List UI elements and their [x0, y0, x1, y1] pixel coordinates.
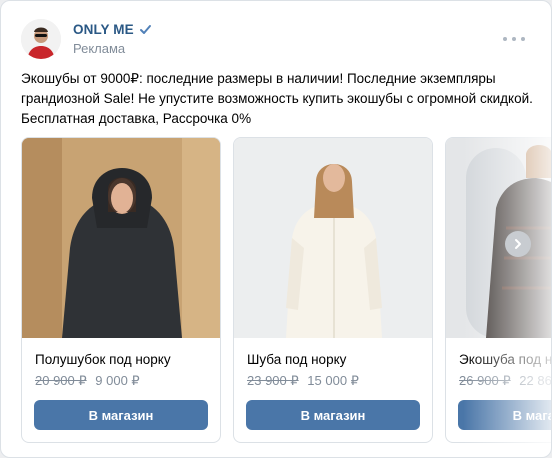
new-price: 22 865: [519, 373, 552, 388]
ad-post: ONLY ME Реклама Экошубы от 9000₽: послед…: [0, 0, 552, 458]
more-dots-icon[interactable]: [503, 31, 525, 47]
old-price: 23 900 ₽: [247, 373, 299, 388]
product-title[interactable]: Шуба под норку: [247, 352, 346, 367]
old-price: 26 900 ₽: [459, 373, 511, 388]
price-row: 20 900 ₽ 9 000 ₽: [35, 373, 140, 389]
new-price: 15 000 ₽: [307, 373, 359, 388]
check-badge-icon: [139, 23, 152, 36]
shop-button[interactable]: В магазин: [458, 400, 551, 430]
product-image[interactable]: [234, 138, 432, 338]
price-row: 23 900 ₽ 15 000 ₽: [247, 373, 359, 389]
product-card[interactable]: Полушубок под норку 20 900 ₽ 9 000 ₽ В м…: [21, 137, 221, 443]
product-title[interactable]: Экошуба под н: [459, 352, 551, 367]
old-price: 20 900 ₽: [35, 373, 87, 388]
shop-button[interactable]: В магазин: [246, 400, 420, 430]
product-card[interactable]: Экошуба под н 26 900 ₽ 22 865 В магазин: [445, 137, 552, 443]
price-row: 26 900 ₽ 22 865: [459, 373, 552, 389]
product-image[interactable]: [22, 138, 220, 338]
ad-label: Реклама: [73, 41, 126, 56]
new-price: 9 000 ₽: [95, 373, 140, 388]
author-block: ONLY ME Реклама: [73, 22, 152, 56]
product-carousel[interactable]: Полушубок под норку 20 900 ₽ 9 000 ₽ В м…: [21, 137, 552, 447]
product-title[interactable]: Полушубок под норку: [35, 352, 171, 367]
post-text: Экошубы от 9000₽: последние размеры в на…: [21, 71, 533, 126]
product-image[interactable]: [446, 138, 551, 338]
author-avatar[interactable]: [21, 19, 61, 59]
author-name[interactable]: ONLY ME: [73, 22, 134, 37]
shop-button[interactable]: В магазин: [34, 400, 208, 430]
chevron-right-icon[interactable]: [505, 231, 531, 257]
product-card[interactable]: Шуба под норку 23 900 ₽ 15 000 ₽ В магаз…: [233, 137, 433, 443]
post-header: ONLY ME Реклама: [21, 19, 535, 63]
